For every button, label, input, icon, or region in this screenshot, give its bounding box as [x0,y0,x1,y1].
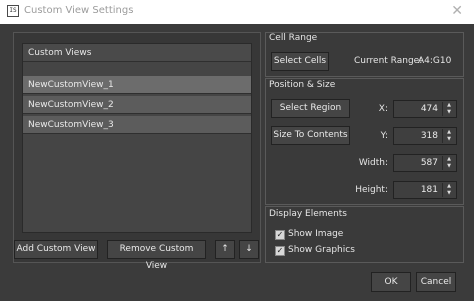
current-range-label: Current Range: [354,56,423,66]
spin-up-icon[interactable]: ▲ [443,183,455,190]
remove-custom-view-button[interactable]: Remove Custom View [107,240,206,271]
x-label: X: [378,104,388,114]
height-label: Height: [355,185,388,195]
move-down-button[interactable]: ↓ [239,240,259,259]
width-value: 587 [420,158,438,168]
spin-down-icon[interactable]: ▼ [443,163,455,170]
show-graphics-checkbox[interactable]: ✓ [275,246,285,256]
show-image-label[interactable]: Show Image [288,229,343,239]
select-cells-button[interactable]: Select Cells [271,52,329,71]
list-item[interactable]: NewCustomView_1 [23,76,251,94]
width-spin-arrows: ▲ ▼ [442,156,455,170]
show-graphics-label[interactable]: Show Graphics [288,245,355,255]
spin-down-icon[interactable]: ▼ [443,109,455,116]
spin-up-icon[interactable]: ▲ [443,102,455,109]
ok-button[interactable]: OK [371,272,411,292]
width-label: Width: [358,158,388,168]
y-value: 318 [420,131,438,141]
custom-views-panel: Custom Views NewCustomView_1 NewCustomVi… [13,32,261,263]
spin-up-icon[interactable]: ▲ [443,129,455,136]
current-range-value: A4:G10 [418,56,452,66]
cancel-button[interactable]: Cancel [416,272,456,292]
display-elements-title: Display Elements [269,209,347,219]
spin-down-icon[interactable]: ▼ [443,190,455,197]
width-spinbox[interactable]: 587 ▲ ▼ [393,154,457,172]
add-custom-view-button[interactable]: Add Custom View [14,240,98,259]
x-value: 474 [420,104,438,114]
spin-up-icon[interactable]: ▲ [443,156,455,163]
height-spin-arrows: ▲ ▼ [442,183,455,197]
app-icon: IS [7,5,19,17]
x-spin-arrows: ▲ ▼ [442,102,455,116]
list-header: Custom Views [23,44,251,62]
y-label: Y: [380,131,388,141]
window-title: Custom View Settings [24,5,134,16]
list-item[interactable]: NewCustomView_2 [23,96,251,114]
height-value: 181 [420,185,438,195]
spin-down-icon[interactable]: ▼ [443,136,455,143]
y-spin-arrows: ▲ ▼ [442,129,455,143]
list-item[interactable]: NewCustomView_3 [23,116,251,134]
show-image-checkbox[interactable]: ✓ [275,230,285,240]
move-up-button[interactable]: ↑ [215,240,235,259]
close-icon[interactable]: ✕ [451,3,463,19]
x-spinbox[interactable]: 474 ▲ ▼ [393,100,457,118]
title-bar: IS Custom View Settings ✕ [0,0,474,24]
height-spinbox[interactable]: 181 ▲ ▼ [393,181,457,199]
cell-range-title: Cell Range [269,33,318,43]
y-spinbox[interactable]: 318 ▲ ▼ [393,127,457,145]
custom-views-list[interactable]: Custom Views NewCustomView_1 NewCustomVi… [22,43,252,233]
position-size-title: Position & Size [269,80,336,90]
